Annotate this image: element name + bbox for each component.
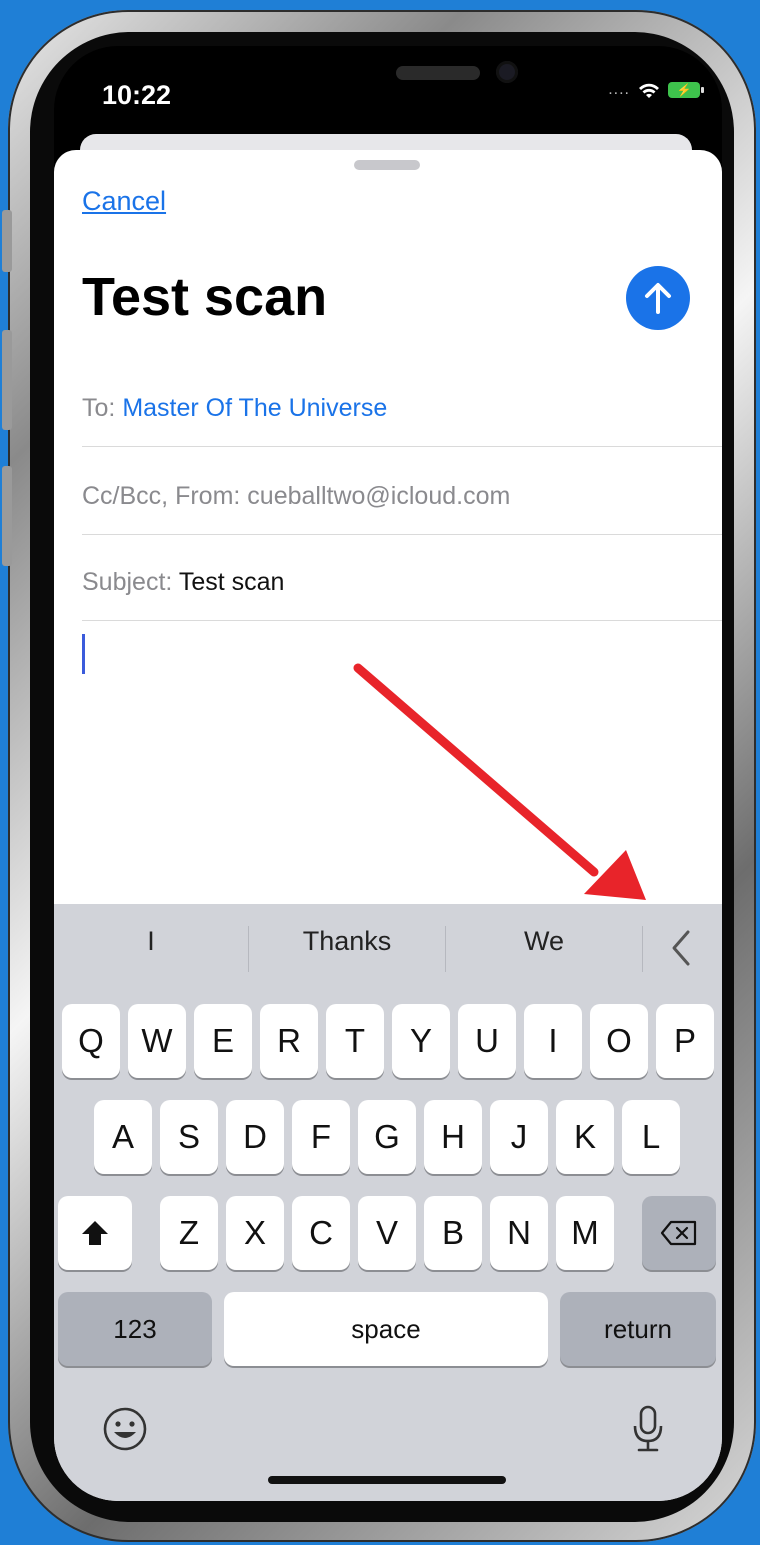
red-arrow-annotation [353, 663, 646, 900]
speaker-grille [396, 66, 480, 80]
front-camera-icon [496, 61, 518, 83]
notch [274, 46, 536, 108]
